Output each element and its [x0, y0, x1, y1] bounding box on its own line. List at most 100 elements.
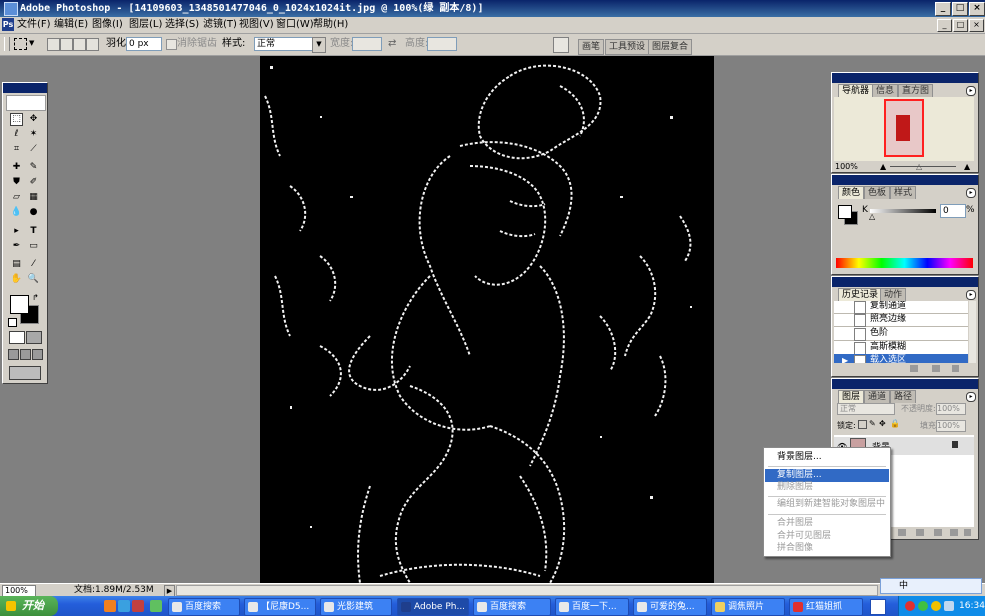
menu-view[interactable]: 视图(V)	[239, 17, 274, 33]
panel-menu-icon[interactable]: ▸	[966, 290, 976, 300]
feather-input[interactable]: 0 px	[126, 37, 162, 51]
history-item[interactable]: 照亮边缘	[834, 313, 968, 327]
k-slider-handle[interactable]: △	[869, 212, 875, 221]
menu-filter[interactable]: 滤镜(T)	[203, 17, 237, 33]
history-panel-title[interactable]	[832, 277, 978, 287]
screen-mode-full-icon[interactable]	[32, 349, 43, 360]
marquee-tool-icon[interactable]	[14, 38, 27, 50]
tray-icon[interactable]	[905, 601, 915, 611]
color-ramp[interactable]	[836, 258, 973, 268]
menu-item-group-into-smart-object[interactable]: 编组到新建智能对象图层中	[765, 498, 889, 511]
zoom-out-icon[interactable]: ▲	[880, 162, 886, 171]
menu-help[interactable]: 帮助(H)	[313, 17, 348, 33]
navigator-view-box[interactable]	[884, 99, 924, 157]
tab-paths[interactable]: 路径	[890, 390, 917, 403]
panel-menu-icon[interactable]: ▸	[966, 86, 976, 96]
rect-marquee-tool-icon[interactable]: ⬚	[10, 113, 23, 126]
intersect-selection-icon[interactable]	[86, 38, 99, 51]
menu-image[interactable]: 图像(I)	[92, 17, 123, 33]
menu-select[interactable]: 选择(S)	[165, 17, 199, 33]
jump-to-imageready-icon[interactable]	[9, 366, 41, 380]
doc-close-button[interactable]: ×	[969, 19, 984, 32]
tools-palette-title[interactable]	[3, 83, 47, 93]
layers-panel-title[interactable]	[832, 379, 978, 389]
maximize-button[interactable]: □	[952, 2, 968, 16]
tray-show-icon[interactable]	[870, 599, 886, 615]
ime-toolbar[interactable]: 中	[880, 578, 982, 594]
task-button[interactable]: 百度搜索	[168, 598, 240, 616]
palette-tab-brushes[interactable]: 画笔	[578, 39, 605, 55]
tab-styles[interactable]: 样式	[890, 186, 917, 199]
history-item[interactable]: 色阶	[834, 327, 968, 341]
standard-mode-icon[interactable]	[9, 331, 25, 344]
new-selection-icon[interactable]	[47, 38, 60, 51]
quicklaunch-icon[interactable]	[150, 600, 162, 612]
k-value-input[interactable]: 0	[940, 204, 966, 218]
panel-menu-icon[interactable]: ▸	[966, 392, 976, 402]
blur-tool-icon[interactable]: 💧	[10, 206, 23, 219]
foreground-color-swatch[interactable]	[10, 295, 29, 314]
history-item-selected[interactable]: ▶ 载入选区	[834, 354, 968, 363]
tab-histogram[interactable]: 直方图	[898, 84, 934, 97]
zoom-slider[interactable]	[890, 166, 956, 167]
new-group-icon[interactable]	[934, 529, 942, 536]
color-fg-swatch[interactable]	[838, 205, 852, 219]
add-mask-icon[interactable]	[916, 529, 924, 536]
chevron-down-icon[interactable]: ▼	[312, 37, 326, 53]
minimize-button[interactable]: _	[935, 2, 951, 16]
healing-brush-tool-icon[interactable]: ✚	[10, 161, 23, 174]
quicklaunch-icon[interactable]	[132, 600, 144, 612]
doc-restore-button[interactable]: □	[953, 19, 968, 32]
trash-icon[interactable]	[964, 529, 971, 536]
move-tool-icon[interactable]: ✥	[27, 113, 40, 126]
tab-navigator[interactable]: 导航器	[838, 84, 874, 97]
slice-tool-icon[interactable]: ⟋	[27, 143, 40, 156]
tab-actions[interactable]: 动作	[880, 288, 907, 301]
lasso-tool-icon[interactable]: ℓ	[10, 128, 23, 141]
menu-item-flatten-image[interactable]: 拼合图像	[765, 542, 889, 555]
crop-tool-icon[interactable]: ⌗	[10, 143, 23, 156]
doc-minimize-button[interactable]: _	[937, 19, 952, 32]
hand-tool-icon[interactable]: ✋	[10, 273, 23, 286]
lock-all-icon[interactable]: 🔒	[890, 419, 900, 428]
quickmask-mode-icon[interactable]	[26, 331, 42, 344]
tab-info[interactable]: 信息	[872, 84, 899, 97]
menu-layer[interactable]: 图层(L)	[129, 17, 162, 33]
snapshot-icon[interactable]	[932, 365, 940, 372]
k-slider-ramp[interactable]	[870, 209, 936, 213]
notes-tool-icon[interactable]: ▤	[10, 258, 23, 271]
zoom-slider-handle[interactable]: △	[916, 162, 922, 171]
eraser-tool-icon[interactable]: ▱	[10, 191, 23, 204]
fill-input[interactable]: 100%	[936, 420, 966, 432]
tab-channels[interactable]: 通道	[864, 390, 891, 403]
menu-item-delete-layer[interactable]: 删除图层	[765, 481, 889, 494]
history-scrollbar[interactable]	[969, 301, 976, 363]
default-colors-icon[interactable]	[8, 318, 17, 327]
path-selection-tool-icon[interactable]: ▸	[10, 225, 23, 238]
dodge-tool-icon[interactable]: ●	[27, 206, 40, 219]
task-button[interactable]: 百度搜索	[473, 598, 551, 616]
task-button[interactable]: 可爱的兔...	[633, 598, 707, 616]
blend-mode-select[interactable]: 正常	[837, 403, 895, 415]
brush-tool-icon[interactable]: ✎	[27, 161, 40, 174]
new-document-from-state-icon[interactable]	[910, 365, 918, 372]
add-style-icon[interactable]	[898, 529, 906, 536]
screen-mode-full-menu-icon[interactable]	[20, 349, 31, 360]
panel-menu-icon[interactable]: ▸	[966, 188, 976, 198]
file-browser-icon[interactable]	[553, 37, 569, 53]
add-selection-icon[interactable]	[60, 38, 73, 51]
horizontal-scrollbar[interactable]	[176, 585, 878, 596]
palette-tab-tool-presets[interactable]: 工具预设	[605, 39, 650, 55]
pen-tool-icon[interactable]: ✒	[10, 240, 23, 253]
quicklaunch-icon[interactable]	[118, 600, 130, 612]
task-button[interactable]: 红猫姐抓	[789, 598, 863, 616]
task-button[interactable]: 调焦照片	[711, 598, 785, 616]
menu-item-background-layer[interactable]: 背景图层...	[765, 451, 889, 464]
tray-icon[interactable]	[918, 601, 928, 611]
tab-color[interactable]: 颜色	[838, 186, 865, 199]
quicklaunch-icon[interactable]	[104, 600, 116, 612]
eyedropper-tool-icon[interactable]: ⁄	[27, 258, 40, 271]
screen-mode-standard-icon[interactable]	[8, 349, 19, 360]
antialias-checkbox[interactable]	[166, 39, 177, 50]
history-brush-tool-icon[interactable]: ✐	[27, 176, 40, 189]
